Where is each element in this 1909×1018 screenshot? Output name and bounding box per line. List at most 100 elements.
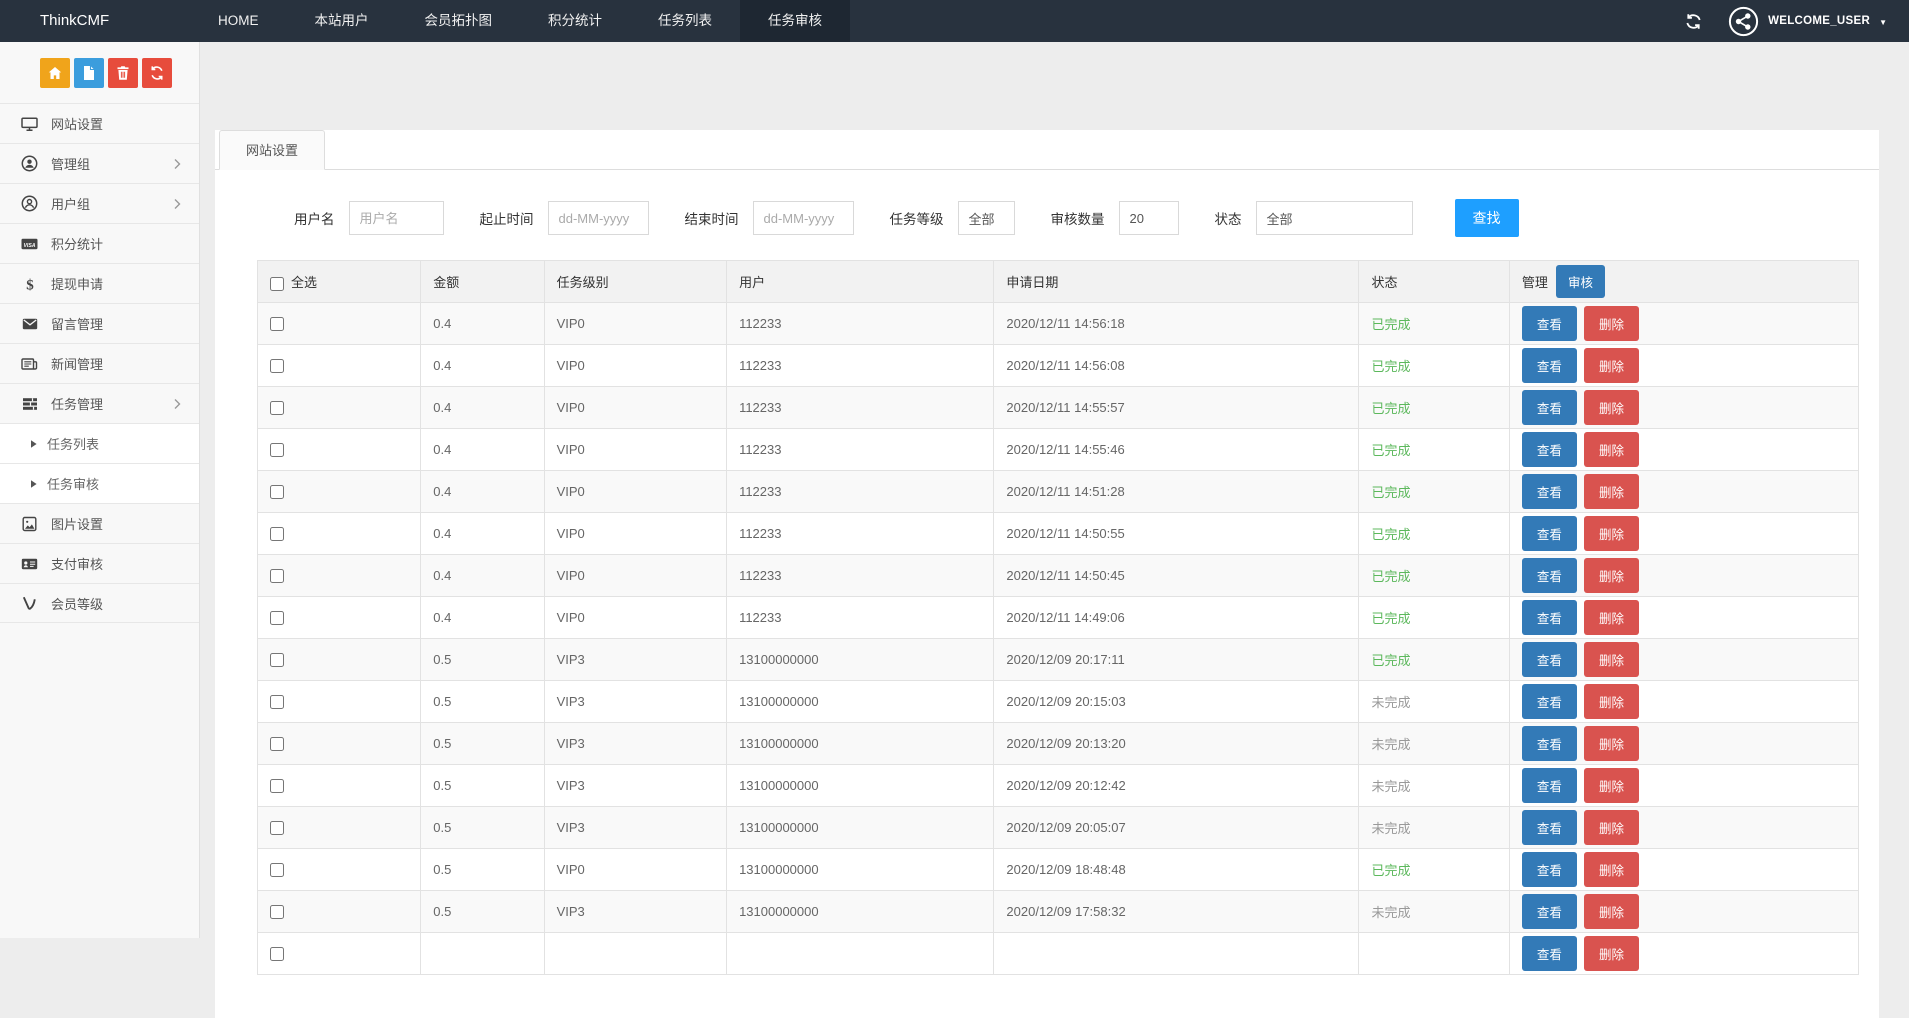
toolbar-button[interactable] <box>40 58 70 88</box>
row-checkbox[interactable] <box>270 485 284 499</box>
select-all-checkbox[interactable] <box>270 277 284 291</box>
end-time-input[interactable] <box>753 201 854 235</box>
delete-button[interactable]: 删除 <box>1584 306 1639 341</box>
row-checkbox[interactable] <box>270 359 284 373</box>
toolbar-button[interactable] <box>142 58 172 88</box>
cell-task-level: VIP0 <box>544 597 727 639</box>
sidebar-item[interactable]: $ 提现申请 <box>0 263 199 303</box>
view-button[interactable]: 查看 <box>1522 432 1577 467</box>
row-checkbox[interactable] <box>270 863 284 877</box>
tab-site-settings[interactable]: 网站设置 <box>219 130 325 170</box>
row-checkbox[interactable] <box>270 821 284 835</box>
view-button[interactable]: 查看 <box>1522 894 1577 929</box>
col-user: 用户 <box>727 261 994 303</box>
refresh-icon[interactable] <box>1685 13 1702 30</box>
task-level-select[interactable]: 全部 <box>958 201 1015 235</box>
delete-button[interactable]: 删除 <box>1584 852 1639 887</box>
cell-apply-date: 2020/12/11 14:49:06 <box>994 597 1359 639</box>
view-button[interactable]: 查看 <box>1522 642 1577 677</box>
row-checkbox[interactable] <box>270 317 284 331</box>
audit-button[interactable]: 审核 <box>1556 265 1605 298</box>
cell-amount: 0.5 <box>421 849 544 891</box>
row-checkbox[interactable] <box>270 737 284 751</box>
status-select[interactable]: 全部 <box>1256 201 1413 235</box>
nav-item[interactable]: 积分统计 <box>520 0 630 42</box>
delete-button[interactable]: 删除 <box>1584 600 1639 635</box>
delete-button[interactable]: 删除 <box>1584 936 1639 971</box>
sidebar-item[interactable]: 新闻管理 <box>0 343 199 383</box>
view-button[interactable]: 查看 <box>1522 390 1577 425</box>
row-checkbox[interactable] <box>270 443 284 457</box>
cell-task-level: VIP3 <box>544 807 727 849</box>
sidebar-item[interactable]: 支付审核 <box>0 543 199 583</box>
delete-button[interactable]: 删除 <box>1584 726 1639 761</box>
user-menu[interactable]: WELCOME_USER ▼ <box>1728 6 1887 37</box>
delete-button[interactable]: 删除 <box>1584 474 1639 509</box>
start-time-input[interactable] <box>548 201 649 235</box>
sidebar-item-label: 积分统计 <box>51 234 103 253</box>
row-checkbox[interactable] <box>270 569 284 583</box>
row-checkbox[interactable] <box>270 653 284 667</box>
view-button[interactable]: 查看 <box>1522 600 1577 635</box>
nav-item[interactable]: 会员拓扑图 <box>397 0 521 42</box>
cell-task-level: VIP0 <box>544 303 727 345</box>
status-text: 已完成 <box>1371 527 1410 542</box>
row-checkbox[interactable] <box>270 401 284 415</box>
cell-amount <box>421 933 544 975</box>
nav-item[interactable]: HOME <box>190 0 287 42</box>
view-button[interactable]: 查看 <box>1522 474 1577 509</box>
view-button[interactable]: 查看 <box>1522 936 1577 971</box>
delete-button[interactable]: 删除 <box>1584 432 1639 467</box>
sidebar-item[interactable]: 图片设置 <box>0 503 199 543</box>
view-button[interactable]: 查看 <box>1522 852 1577 887</box>
delete-button[interactable]: 删除 <box>1584 810 1639 845</box>
delete-button[interactable]: 删除 <box>1584 390 1639 425</box>
status-text: 已完成 <box>1371 653 1410 668</box>
sidebar-item[interactable]: VISA 积分统计 <box>0 223 199 263</box>
view-button[interactable]: 查看 <box>1522 516 1577 551</box>
audit-count-input[interactable] <box>1119 201 1179 235</box>
view-button[interactable]: 查看 <box>1522 768 1577 803</box>
brand-logo[interactable]: ThinkCMF <box>0 0 190 42</box>
sidebar-item[interactable]: 会员等级 <box>0 583 199 623</box>
table-row: 0.5 VIP3 13100000000 2020/12/09 20:17:11… <box>258 639 1859 681</box>
sidebar-item[interactable]: 留言管理 <box>0 303 199 343</box>
sidebar-item[interactable]: 管理组 <box>0 143 199 183</box>
delete-button[interactable]: 删除 <box>1584 516 1639 551</box>
sidebar-item[interactable]: 任务列表 <box>0 423 199 463</box>
view-button[interactable]: 查看 <box>1522 684 1577 719</box>
cell-user: 112233 <box>727 345 994 387</box>
row-checkbox[interactable] <box>270 527 284 541</box>
view-button[interactable]: 查看 <box>1522 306 1577 341</box>
view-button[interactable]: 查看 <box>1522 726 1577 761</box>
table-row: 0.4 VIP0 112233 2020/12/11 14:56:08 已完成 … <box>258 345 1859 387</box>
delete-button[interactable]: 删除 <box>1584 768 1639 803</box>
cell-task-level: VIP0 <box>544 849 727 891</box>
nav-item[interactable]: 任务审核 <box>740 0 850 42</box>
sidebar-item[interactable]: 任务审核 <box>0 463 199 503</box>
delete-button[interactable]: 删除 <box>1584 642 1639 677</box>
row-checkbox[interactable] <box>270 779 284 793</box>
nav-item[interactable]: 任务列表 <box>630 0 740 42</box>
toolbar-button[interactable] <box>108 58 138 88</box>
row-checkbox[interactable] <box>270 947 284 961</box>
view-button[interactable]: 查看 <box>1522 558 1577 593</box>
task-level-filter: 任务等级 全部 <box>890 201 1015 235</box>
view-button[interactable]: 查看 <box>1522 348 1577 383</box>
delete-button[interactable]: 删除 <box>1584 894 1639 929</box>
sidebar-item[interactable]: 网站设置 <box>0 103 199 143</box>
delete-button[interactable]: 删除 <box>1584 348 1639 383</box>
delete-button[interactable]: 删除 <box>1584 558 1639 593</box>
search-button[interactable]: 查找 <box>1455 199 1519 237</box>
row-checkbox[interactable] <box>270 611 284 625</box>
view-button[interactable]: 查看 <box>1522 810 1577 845</box>
sidebar-item[interactable]: 任务管理 <box>0 383 199 423</box>
table-row: 0.5 VIP3 13100000000 2020/12/09 20:12:42… <box>258 765 1859 807</box>
row-checkbox[interactable] <box>270 695 284 709</box>
sidebar-item[interactable]: 用户组 <box>0 183 199 223</box>
nav-item[interactable]: 本站用户 <box>287 0 397 42</box>
toolbar-button[interactable] <box>74 58 104 88</box>
delete-button[interactable]: 删除 <box>1584 684 1639 719</box>
row-checkbox[interactable] <box>270 905 284 919</box>
username-input[interactable] <box>349 201 444 235</box>
